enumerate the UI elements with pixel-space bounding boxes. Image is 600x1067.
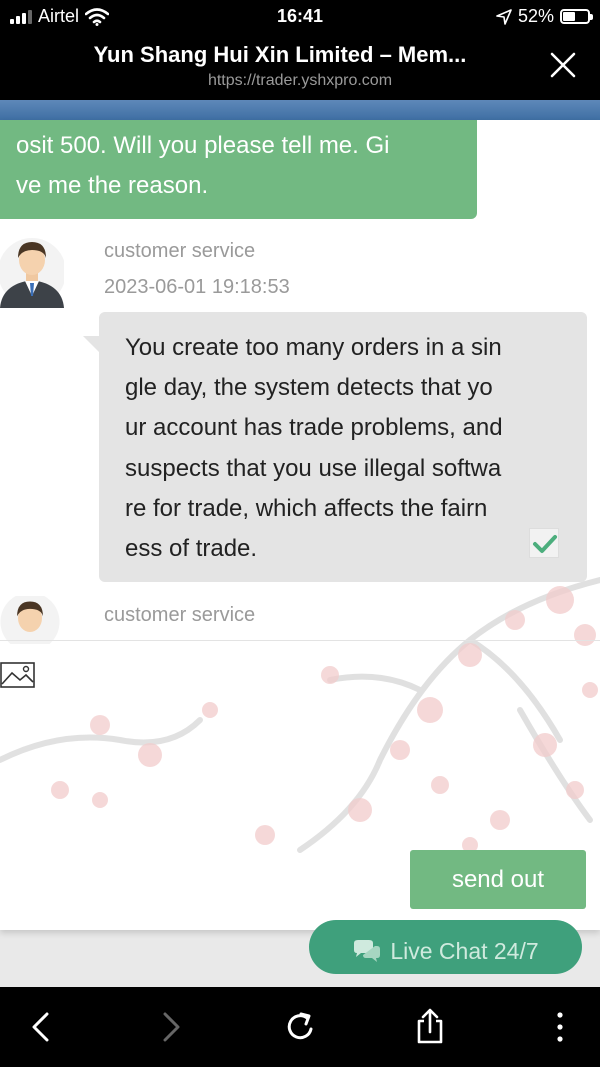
more-icon[interactable] <box>540 1007 580 1047</box>
checkmark-icon <box>533 535 557 553</box>
page-url[interactable]: https://trader.yshxpro.com <box>30 72 570 90</box>
battery-percent: 52% <box>517 6 554 26</box>
message-line: ve me the reason. <box>16 172 209 199</box>
status-bar: Airtel 16:41 52% <box>0 0 600 34</box>
location-arrow-icon <box>496 8 512 25</box>
outgoing-message: osit 500. Will you please tell me. Gi ve… <box>0 120 477 219</box>
sender-name: customer service <box>104 240 256 262</box>
blossom-background <box>0 577 600 853</box>
browser-header: Yun Shang Hui Xin Limited – Mem... https… <box>0 34 600 100</box>
input-divider <box>0 640 600 641</box>
read-receipt <box>529 528 559 558</box>
forward-icon[interactable] <box>150 1007 190 1047</box>
avatar-icon <box>0 596 60 644</box>
image-icon[interactable] <box>0 660 36 690</box>
message-line: ur account has trade problems, and <box>125 414 503 442</box>
message-line: re for trade, which affects the fairn <box>125 494 488 522</box>
close-icon[interactable] <box>548 50 578 80</box>
live-chat-button[interactable]: Live Chat 24/7 <box>309 920 582 974</box>
header-strip <box>0 100 600 120</box>
message-line: You create too many orders in a sin <box>125 334 502 361</box>
chat-panel: osit 500. Will you please tell me. Gi ve… <box>0 120 600 930</box>
message-line: osit 500. Will you please tell me. Gi <box>16 132 390 159</box>
message-line: ess of trade. <box>125 535 258 563</box>
status-right: 52% <box>496 6 593 27</box>
live-chat-label: Live Chat 24/7 <box>390 937 539 964</box>
message-line: gle day, the system detects that yo <box>125 374 493 402</box>
avatar-icon <box>0 238 64 308</box>
message-line: suspects that you use illegal softwa <box>125 454 502 482</box>
back-icon[interactable] <box>22 1007 62 1047</box>
page-title: Yun Shang Hui Xin Limited – Mem... <box>93 42 467 67</box>
sender-name: customer service <box>104 604 256 626</box>
send-button[interactable]: send out <box>410 850 586 909</box>
web-content: osit 500. Will you please tell me. Gi ve… <box>0 100 600 987</box>
incoming-message: You create too many orders in a sin gle … <box>83 312 587 582</box>
share-icon[interactable] <box>410 1007 450 1047</box>
reload-icon[interactable] <box>280 1007 320 1047</box>
chat-bubbles-icon <box>354 940 381 962</box>
message-timestamp: 2023-06-01 19:18:53 <box>104 276 290 298</box>
browser-toolbar <box>0 987 600 1067</box>
battery-icon <box>560 9 593 24</box>
